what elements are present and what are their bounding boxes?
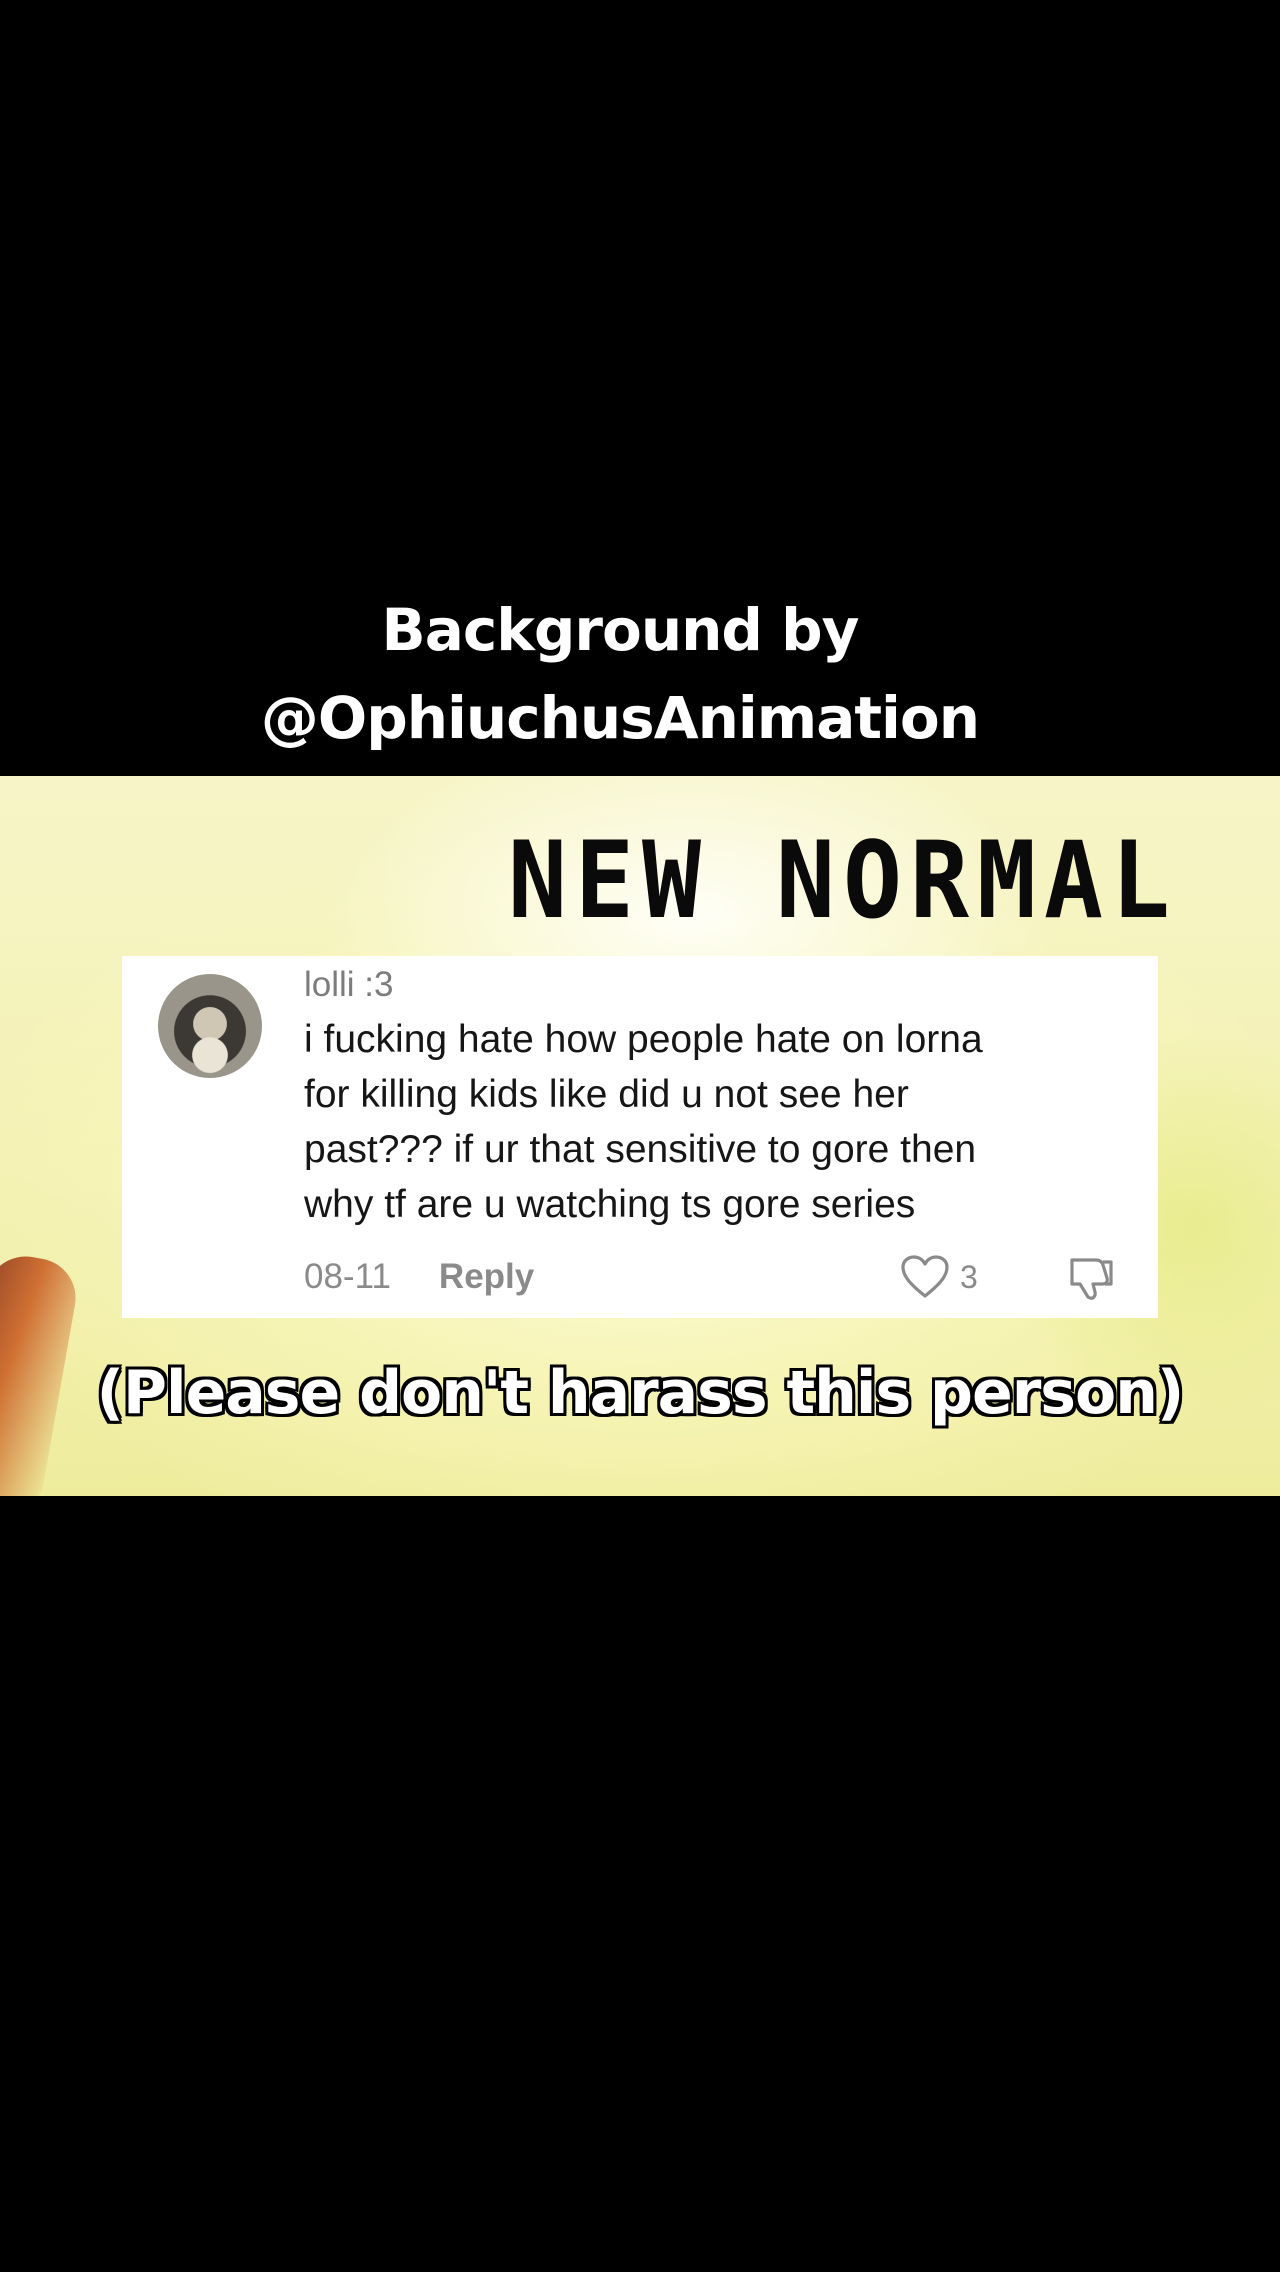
credit-line-2: @OphiuchusAnimation xyxy=(260,684,980,752)
background-credit: Background by @OphiuchusAnimation xyxy=(0,586,1240,762)
like-count: 3 xyxy=(960,1258,978,1295)
comment-meta: 08-11 Reply xyxy=(304,1252,534,1302)
like-button[interactable]: 3 xyxy=(900,1252,978,1302)
comment-line-4: why tf are u watching ts gore series xyxy=(304,1183,916,1226)
bottom-black-band xyxy=(0,1496,1280,2272)
thumbs-down-icon[interactable] xyxy=(1066,1254,1116,1302)
avatar[interactable] xyxy=(158,974,262,1078)
comment-line-1: i fucking hate how people hate on lorna xyxy=(304,1018,983,1061)
reply-button[interactable]: Reply xyxy=(439,1257,534,1297)
credit-line-1: Background by xyxy=(381,596,860,664)
comment-text: i fucking hate how people hate on lorna … xyxy=(304,1012,1144,1232)
harassment-notice: (Please don't harass this person) xyxy=(96,1358,1185,1428)
heart-icon[interactable] xyxy=(900,1254,950,1300)
comment-line-2: for killing kids like did u not see her xyxy=(304,1073,909,1116)
video-headline: NEW NORMAL xyxy=(508,820,1179,944)
comment-username[interactable]: lolli :3 xyxy=(304,960,393,1010)
comment-date: 08-11 xyxy=(304,1257,391,1296)
comment-line-3: past??? if ur that sensitive to gore the… xyxy=(304,1128,977,1171)
comment-card: lolli :3 i fucking hate how people hate … xyxy=(122,956,1158,1318)
